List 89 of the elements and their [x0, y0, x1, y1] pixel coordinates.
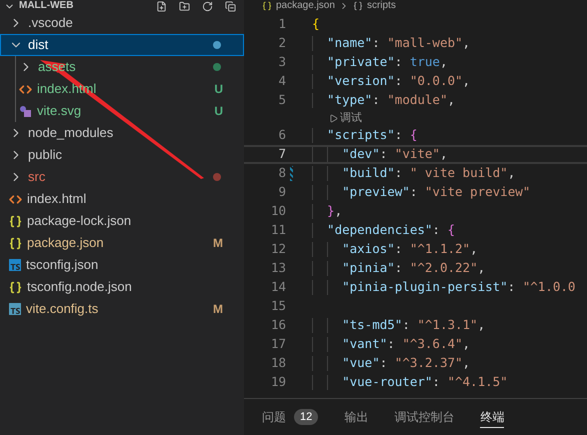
code-text: { [312, 15, 320, 34]
file-name: package-lock.json [27, 213, 132, 229]
file-name: tsconfig.node.json [27, 279, 132, 295]
git-status-letter: M [213, 301, 223, 318]
line-number: 15 [270, 297, 286, 316]
tree-row[interactable]: vite.svg U [0, 100, 244, 122]
refresh-icon[interactable] [202, 0, 213, 12]
file-name: vite.config.ts [26, 301, 98, 317]
code-text: "private": true, [326, 53, 448, 72]
file-name: package.json [27, 235, 104, 251]
line-number: 14 [270, 278, 286, 296]
line-number: 19 [270, 373, 286, 392]
line-number: 7 [277, 145, 286, 164]
git-status-letter: M [213, 235, 223, 252]
collapse-icon[interactable] [225, 0, 236, 12]
code-text: "dev": "vite", [341, 145, 448, 164]
braces-icon [9, 236, 22, 250]
file-name: .vscode [28, 15, 73, 31]
braces-icon [352, 1, 363, 11]
file-name: vite.svg [37, 103, 82, 119]
explorer-title: MALL-WEB [19, 1, 74, 11]
line-number: 8 [277, 164, 286, 182]
new-file-icon[interactable] [156, 0, 167, 12]
code-text: "vant": "^3.6.4", [341, 335, 470, 354]
line-number: 10 [270, 202, 286, 220]
tree-row[interactable]: package-lock.json [0, 210, 244, 232]
typescript-icon [9, 259, 21, 271]
code-text: "name": "mall-web", [326, 34, 470, 52]
typescript-icon [9, 303, 21, 315]
file-name: index.html [27, 191, 86, 207]
tree-row[interactable]: .vscode [0, 12, 244, 34]
braces-icon [262, 1, 272, 11]
file-name: src [28, 169, 46, 185]
braces-icon [9, 280, 22, 294]
code-text: "scripts": { [326, 126, 418, 144]
code-text: "ts-md5": "^1.3.1", [341, 316, 486, 334]
tree-row[interactable]: package.json M [0, 232, 244, 254]
code-text: "build": " vite build", [341, 164, 516, 182]
code-text: }, [326, 202, 342, 220]
line-number: 16 [270, 316, 286, 334]
code-icon [19, 82, 32, 96]
line-number: 1 [277, 15, 286, 34]
tree-row[interactable]: tsconfig.json [0, 254, 244, 276]
line-number: 17 [270, 335, 286, 354]
line-number: 3 [277, 53, 286, 72]
line-number: 18 [270, 354, 286, 372]
git-status-letter: U [214, 81, 223, 98]
code-text: "axios": "^1.1.2", [341, 240, 478, 258]
line-number: 9 [277, 183, 286, 202]
code-text: "vue-router": "^4.1.5" [341, 373, 508, 392]
tree-row[interactable]: public [0, 144, 244, 166]
line-number: 11 [270, 221, 286, 240]
panel-tab[interactable]: 调试控制台 [394, 406, 454, 428]
line-number: 12 [270, 240, 286, 258]
breadcrumb-item[interactable]: package.json [276, 1, 335, 11]
count-badge: 12 [294, 408, 318, 424]
tree-row[interactable]: dist [0, 34, 244, 56]
panel-tab[interactable]: 问题 12 [262, 406, 318, 428]
modified-gutter-marker [290, 166, 292, 181]
debug-codelens[interactable]: 调试 [340, 110, 362, 126]
tree-row[interactable]: vite.config.ts M [0, 298, 244, 320]
code-text: "preview": "vite preview" [341, 183, 530, 202]
panel-tab[interactable]: 输出 [344, 406, 368, 428]
code-text: "dependencies": { [326, 221, 456, 240]
play-icon [329, 114, 338, 122]
code-text: "pinia": "^2.0.22", [341, 259, 486, 278]
code-text: "pinia-plugin-persist": "^1.0.0 [341, 278, 576, 296]
shapes-icon [19, 104, 32, 118]
code-text: "vue": "^3.2.37", [341, 354, 470, 372]
line-number: 6 [277, 126, 286, 144]
file-name: node_modules [28, 125, 114, 141]
panel-tab[interactable]: 终端 [480, 406, 504, 428]
tree-row[interactable]: index.html [0, 188, 244, 210]
tree-row[interactable]: tsconfig.node.json [0, 276, 244, 298]
line-number: 4 [277, 72, 286, 90]
file-name: dist [28, 37, 48, 53]
braces-icon [9, 214, 22, 228]
tree-row[interactable]: node_modules [0, 122, 244, 144]
git-status-letter: U [214, 103, 223, 120]
file-name: tsconfig.json [26, 257, 98, 273]
code-icon [9, 192, 22, 206]
line-number: 2 [277, 34, 286, 52]
line-number: 13 [270, 259, 286, 278]
file-name: public [28, 147, 62, 163]
code-text: "type": "module", [326, 91, 456, 110]
new-folder-icon[interactable] [179, 0, 190, 12]
line-number: 5 [277, 91, 286, 110]
breadcrumb-item[interactable]: scripts [366, 1, 396, 11]
code-text: "version": "0.0.0", [326, 72, 470, 90]
